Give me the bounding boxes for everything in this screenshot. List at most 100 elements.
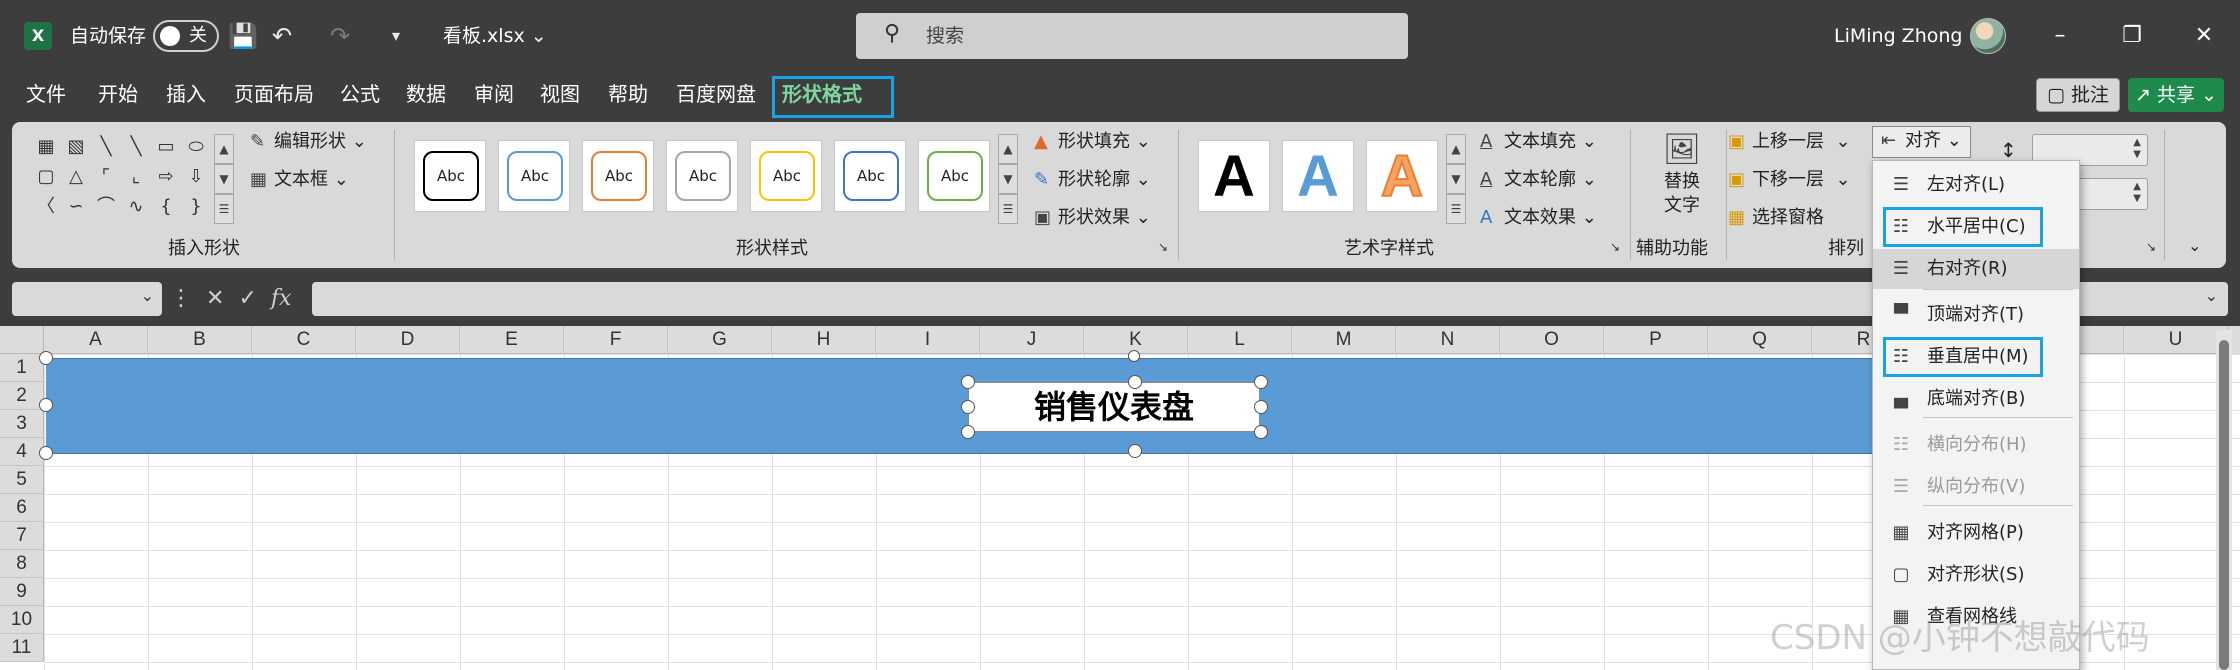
column-header[interactable]: I [876, 326, 980, 354]
tab-insert[interactable]: 插入 [166, 78, 206, 110]
banner-resize-handle[interactable] [39, 351, 53, 365]
scribble-shape-icon[interactable]: ∽ [64, 196, 88, 218]
right-brace-shape-icon[interactable]: } [184, 196, 208, 218]
alt-text-button[interactable]: 🖼 替换 文字 [1644, 130, 1720, 218]
column-header[interactable]: B [148, 326, 252, 354]
column-header[interactable]: P [1604, 326, 1708, 354]
redo-icon[interactable]: ↷ [330, 20, 350, 52]
line-shape-icon[interactable]: ╲ [94, 136, 118, 158]
autosave-toggle[interactable]: 关 [153, 20, 219, 52]
elbow-connector-icon[interactable]: ⌜ [94, 166, 118, 188]
dialog-launcher-icon[interactable]: ↘ [1610, 240, 1620, 254]
shape-style-1[interactable]: Abc [414, 140, 486, 212]
name-box[interactable]: ⌄ [12, 282, 162, 316]
column-header[interactable]: J [980, 326, 1084, 354]
align-button[interactable]: ⇤ 对齐 ⌄ [1872, 126, 1971, 158]
textbox-shape-icon[interactable]: ▦ [34, 136, 58, 158]
tab-home[interactable]: 开始 [98, 78, 138, 110]
elbow-arrow-icon[interactable]: ⌞ [124, 166, 148, 188]
expand-formula-bar-icon[interactable]: ⌄ [2205, 286, 2218, 305]
resize-handle[interactable] [1254, 375, 1268, 389]
rounded-rect-shape-icon[interactable]: ▢ [34, 166, 58, 188]
text-box-button[interactable]: ▦ 文本框 ⌄ [250, 166, 349, 194]
row-header[interactable]: 7 [0, 522, 44, 550]
column-header[interactable]: N [1396, 326, 1500, 354]
column-header[interactable]: U [2124, 326, 2228, 354]
row-header[interactable]: 5 [0, 466, 44, 494]
scrollbar-thumb[interactable] [2219, 340, 2229, 670]
close-icon[interactable]: ✕ [2184, 18, 2224, 54]
undo-icon[interactable]: ↶ [272, 20, 292, 52]
column-header[interactable]: H [772, 326, 876, 354]
shape-style-4[interactable]: Abc [666, 140, 738, 212]
vertical-textbox-shape-icon[interactable]: ▧ [64, 136, 88, 158]
row-header[interactable]: 3 [0, 410, 44, 438]
rectangle-shape-icon[interactable]: ▭ [154, 136, 178, 158]
user-name[interactable]: LiMing Zhong [1834, 22, 1962, 50]
resize-handle[interactable] [961, 400, 975, 414]
row-header[interactable]: 8 [0, 550, 44, 578]
banner-resize-handle[interactable] [39, 446, 53, 460]
align-menu-item[interactable]: ▢ 对齐形状(S) [1873, 555, 2079, 595]
row-header[interactable]: 1 [0, 354, 44, 382]
shape-effects-button[interactable]: ▣ 形状效果 ⌄ [1034, 204, 1151, 232]
wordart-more-icon[interactable]: ☰ [1446, 194, 1466, 224]
left-brace-shape-icon[interactable]: { [154, 196, 178, 218]
avatar[interactable] [1970, 18, 2006, 54]
row-header[interactable]: 10 [0, 606, 44, 634]
edit-shape-button[interactable]: ✎ 编辑形状 ⌄ [250, 128, 367, 156]
tab-page-layout[interactable]: 页面布局 [234, 78, 314, 110]
align-menu-item[interactable]: ▦ 对齐网格(P) [1873, 513, 2079, 553]
shape-outline-button[interactable]: ✎ 形状轮廓 ⌄ [1034, 166, 1151, 194]
wordart-down-icon[interactable]: ▼ [1446, 164, 1466, 194]
row-header[interactable]: 4 [0, 438, 44, 466]
align-menu-item[interactable]: ▀ 顶端对齐(T) [1873, 295, 2079, 335]
shape-gallery-down-icon[interactable]: ▼ [214, 164, 234, 194]
column-header[interactable]: Q [1708, 326, 1812, 354]
oval-shape-icon[interactable]: ⬭ [184, 136, 208, 158]
tab-data[interactable]: 数据 [406, 78, 446, 110]
tab-review[interactable]: 审阅 [474, 78, 514, 110]
down-arrow-shape-icon[interactable]: ⇩ [184, 166, 208, 188]
comments-button[interactable]: ▢ 批注 [2036, 78, 2120, 112]
column-header[interactable]: F [564, 326, 668, 354]
column-header[interactable]: O [1500, 326, 1604, 354]
text-outline-button[interactable]: A 文本轮廓 ⌄ [1480, 166, 1597, 194]
line-shape-2-icon[interactable]: ╲ [124, 136, 148, 158]
dialog-launcher-icon[interactable]: ↘ [1158, 240, 1168, 254]
row-header[interactable]: 2 [0, 382, 44, 410]
shape-style-6[interactable]: Abc [834, 140, 906, 212]
shape-gallery-more-icon[interactable]: ☰ [214, 194, 234, 224]
size-dialog-launcher-icon[interactable]: ↘ [2146, 240, 2156, 254]
align-menu-item[interactable]: ☷ 水平居中(C) [1883, 207, 2043, 247]
shape-gallery-up-icon[interactable]: ▲ [214, 134, 234, 164]
freeform-shape-icon[interactable]: 〈 [34, 196, 58, 218]
tab-formulas[interactable]: 公式 [340, 78, 380, 110]
arc-shape-icon[interactable]: ⌒ [94, 196, 118, 218]
bring-forward-button[interactable]: ▣ 上移一层 ⌄ [1728, 128, 1851, 156]
search-input[interactable] [926, 21, 1326, 51]
curve-shape-icon[interactable]: ∿ [124, 196, 148, 218]
dashboard-title-shape[interactable]: 销售仪表盘 [968, 382, 1260, 432]
tab-help[interactable]: 帮助 [608, 78, 648, 110]
shape-style-7[interactable]: Abc [918, 140, 990, 212]
right-arrow-shape-icon[interactable]: ⇨ [154, 166, 178, 188]
share-button[interactable]: ↗ 共享 ⌄ [2128, 78, 2224, 112]
column-header[interactable]: D [356, 326, 460, 354]
align-menu-item[interactable]: ☰ 左对齐(L) [1873, 165, 2079, 205]
column-header[interactable]: E [460, 326, 564, 354]
vertical-scrollbar[interactable] [2216, 330, 2232, 670]
tab-baidu-netdisk[interactable]: 百度网盘 [676, 78, 756, 110]
text-fill-button[interactable]: A 文本填充 ⌄ [1480, 128, 1597, 156]
shape-style-3[interactable]: Abc [582, 140, 654, 212]
column-header[interactable]: L [1188, 326, 1292, 354]
column-header[interactable]: G [668, 326, 772, 354]
wordart-style-orange[interactable]: A [1366, 140, 1438, 212]
column-header[interactable]: A [44, 326, 148, 354]
shape-style-2[interactable]: Abc [498, 140, 570, 212]
row-header[interactable]: 9 [0, 578, 44, 606]
enter-icon[interactable]: ✓ [238, 286, 256, 311]
file-name[interactable]: 看板.xlsx ⌄ [443, 22, 547, 50]
tab-view[interactable]: 视图 [540, 78, 580, 110]
shape-style-5[interactable]: Abc [750, 140, 822, 212]
